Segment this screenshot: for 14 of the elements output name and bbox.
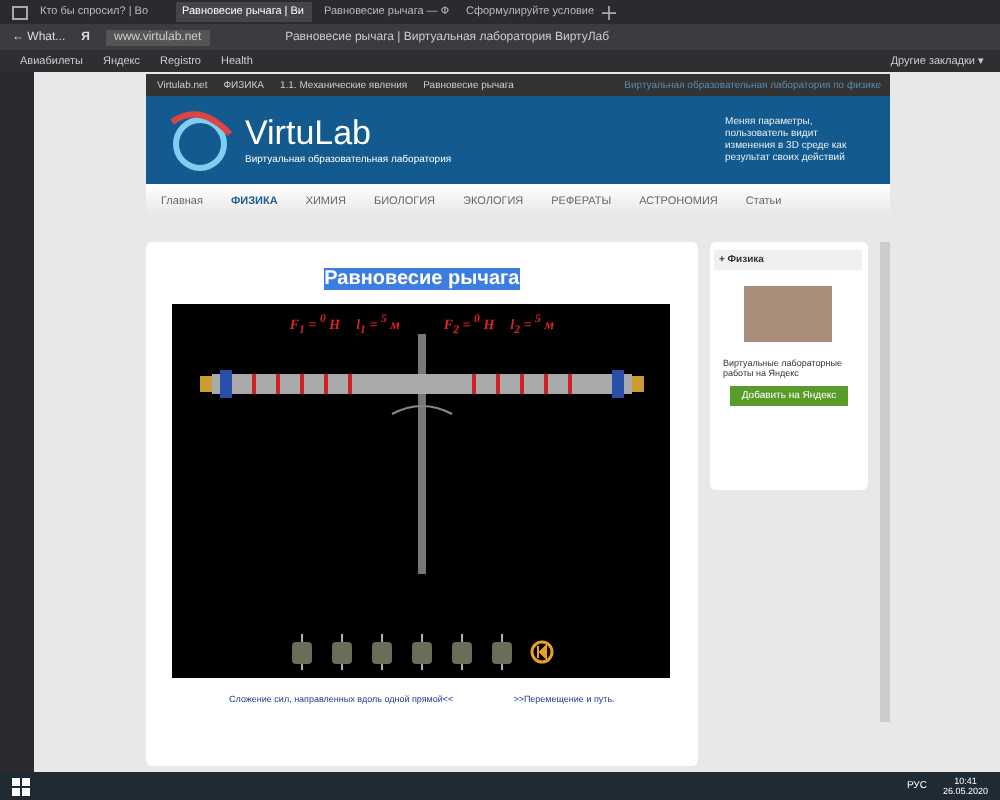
new-tab-icon[interactable] bbox=[602, 5, 616, 19]
weight-icon[interactable] bbox=[369, 633, 394, 670]
weight-icon[interactable] bbox=[329, 633, 354, 670]
weight-icon[interactable] bbox=[289, 633, 314, 670]
orbit-logo-icon bbox=[165, 106, 233, 174]
site-logo[interactable]: VirtuLab bbox=[245, 114, 452, 154]
page-heading: Равновесие рычага bbox=[324, 268, 520, 290]
weight-icon[interactable] bbox=[409, 633, 434, 670]
weight-icon[interactable] bbox=[449, 633, 474, 670]
windows-icon[interactable] bbox=[12, 777, 30, 795]
photo-placeholder bbox=[744, 286, 833, 342]
sidebar-toggle-icon[interactable] bbox=[12, 5, 28, 19]
reset-icon[interactable] bbox=[529, 639, 554, 664]
weight-icon[interactable] bbox=[489, 633, 514, 670]
